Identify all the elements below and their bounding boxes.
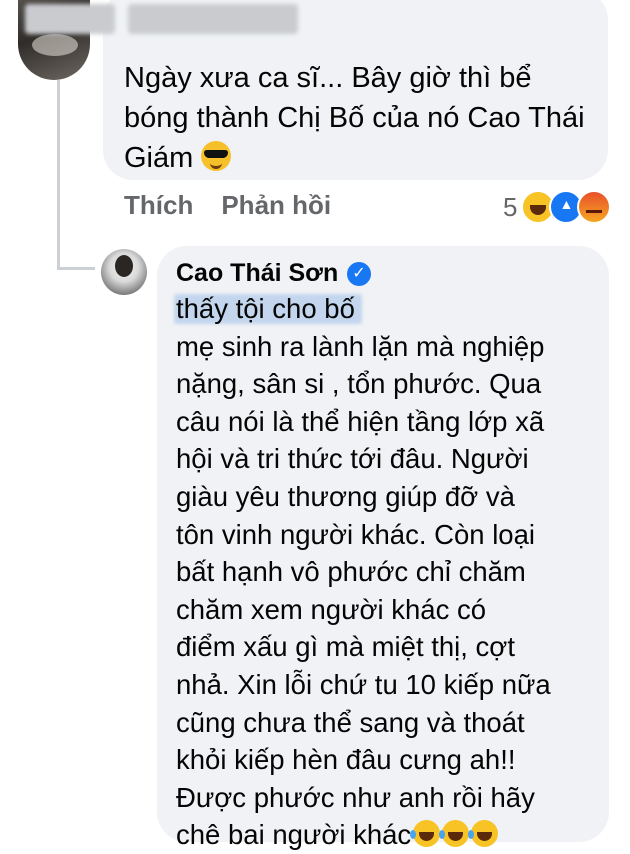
- laughing-emoji-icon: [468, 820, 499, 848]
- angry-reaction-icon: [577, 190, 612, 224]
- comment-body: Ngày xưa ca sĩ... Bây giờ thì bể bóng th…: [124, 62, 585, 174]
- comment-actions: Thích Phản hồi: [124, 190, 359, 221]
- laughing-emoji-icon: [439, 820, 470, 848]
- reaction-count: 5: [503, 191, 518, 222]
- reply-body: thấy tội cho bố mẹ sinh ra lành lặn mà n…: [176, 293, 551, 851]
- sunglasses-emoji-icon: [201, 141, 232, 171]
- reply-text: thấy tội cho bố mẹ sinh ra lành lặn mà n…: [176, 290, 596, 854]
- redacted-name: [25, 4, 115, 34]
- reaction-summary[interactable]: 5: [503, 190, 612, 224]
- thread-connector: [57, 267, 95, 270]
- redacted-name: [128, 4, 298, 34]
- reply-button[interactable]: Phản hồi: [221, 190, 331, 220]
- laughing-emoji-icon: [410, 820, 441, 848]
- reply-author-avatar[interactable]: [101, 249, 147, 295]
- comment-text: Ngày xưa ca sĩ... Bây giờ thì bể bóng th…: [124, 58, 594, 178]
- like-button[interactable]: Thích: [124, 190, 193, 220]
- reply-author-name[interactable]: Cao Thái Sơn: [176, 259, 338, 288]
- thread-line: [57, 80, 60, 270]
- verified-badge-icon: ✓: [347, 262, 371, 286]
